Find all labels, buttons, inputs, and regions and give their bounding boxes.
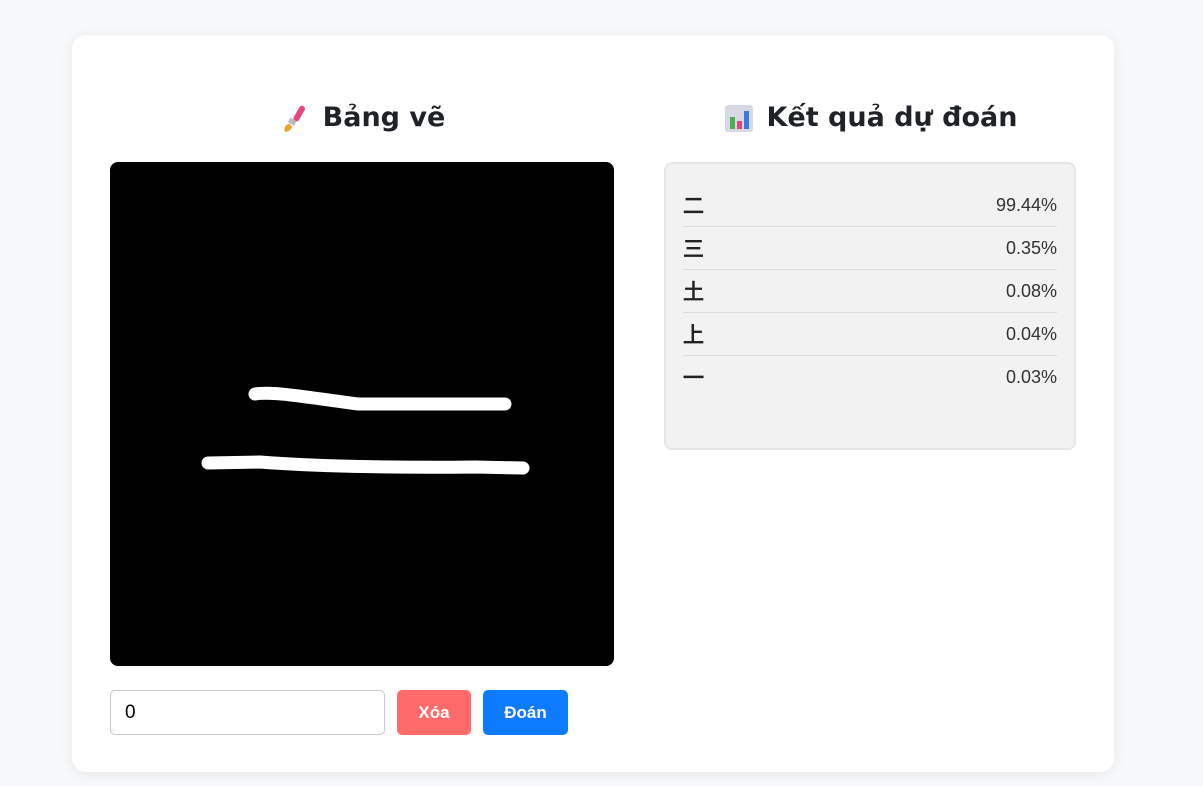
prediction-char: 三: [683, 237, 704, 261]
prediction-char: 土: [683, 280, 704, 304]
prediction-percent: 0.04%: [1005, 323, 1057, 344]
prediction-percent: 99.44%: [995, 194, 1057, 215]
prediction-row: 二 99.44%: [683, 184, 1057, 227]
prediction-char: 一: [683, 366, 704, 390]
drawing-canvas[interactable]: [110, 162, 614, 666]
prediction-row: 三 0.35%: [683, 227, 1057, 270]
results-title-text: Kết quả dự đoán: [766, 102, 1018, 133]
canvas-title: Bảng vẽ: [110, 98, 614, 138]
prediction-char: 上: [683, 323, 704, 347]
prediction-row: 上 0.04%: [683, 313, 1057, 356]
guess-button[interactable]: Đoán: [483, 690, 568, 735]
main-card: Bảng vẽ Kết quả dự đoán Xóa Đoán 二 99.44…: [72, 35, 1114, 772]
prediction-percent: 0.08%: [1005, 280, 1057, 301]
drawn-stroke: [201, 455, 530, 475]
prediction-percent: 0.03%: [1005, 366, 1057, 387]
paintbrush-icon: [279, 102, 311, 134]
results-box: 二 99.44% 三 0.35% 土 0.08% 上 0.04% 一 0.03%: [664, 162, 1076, 450]
results-title: Kết quả dự đoán: [664, 98, 1076, 138]
prediction-row: 一 0.03%: [683, 356, 1057, 398]
prediction-row: 土 0.08%: [683, 270, 1057, 313]
canvas-title-text: Bảng vẽ: [322, 102, 446, 133]
clear-button[interactable]: Xóa: [397, 690, 471, 735]
bar-chart-icon: [723, 102, 755, 134]
drawn-stroke: [248, 386, 512, 411]
prediction-char: 二: [683, 194, 704, 218]
digit-input[interactable]: [110, 690, 385, 735]
prediction-percent: 0.35%: [1005, 237, 1057, 258]
